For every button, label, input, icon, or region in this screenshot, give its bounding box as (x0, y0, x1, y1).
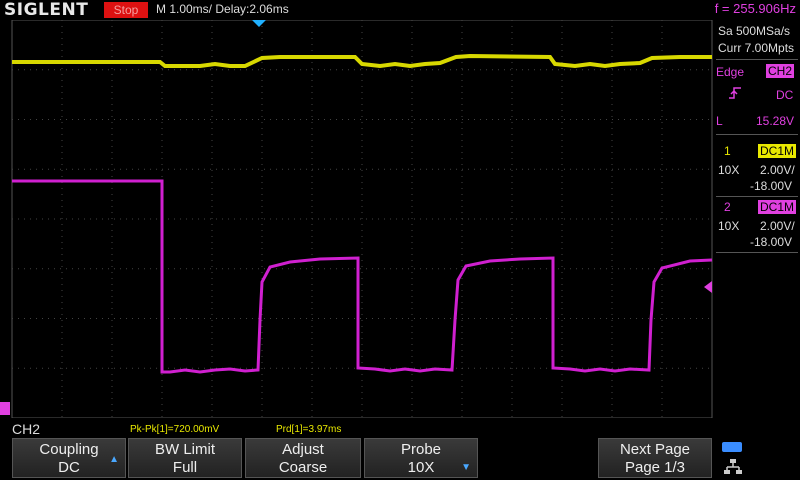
ch1-probe: 10X (718, 163, 740, 177)
ch2-offset: -18.00V (750, 235, 793, 249)
ch2-coupling-badge: DC1M (758, 200, 797, 214)
siglent-logo: SIGLENT (4, 0, 89, 20)
network-icon (724, 459, 742, 475)
trigger-type[interactable]: Edge (716, 65, 744, 79)
ch2-number[interactable]: 2 (724, 200, 731, 214)
divider (716, 252, 798, 253)
ch1-coupling: DC1M (758, 144, 797, 158)
ch1-coupling-badge: DC1M (758, 144, 797, 158)
softkey-probe[interactable]: Probe 10X ▼ (364, 438, 478, 478)
softkey-adjust[interactable]: Adjust Coarse (245, 438, 361, 478)
softkey-next-page[interactable]: Next Page Page 1/3 (598, 438, 712, 478)
trigger-position-marker (252, 20, 266, 27)
ch2-probe: 10X (718, 219, 740, 233)
softkey-title: Adjust (282, 441, 324, 458)
ch1-scale: 2.00V/ (760, 163, 795, 177)
divider (716, 59, 798, 60)
down-arrow-icon: ▼ (461, 462, 471, 473)
ch1-offset: -18.00V (750, 179, 793, 193)
up-arrow-icon: ▲ (109, 454, 119, 465)
trigger-source: CH2 (766, 64, 795, 78)
ch2-ground-marker (0, 402, 10, 415)
timebase-readout[interactable]: M 1.00ms/ Delay:2.06ms (156, 2, 289, 16)
softkey-title: Next Page (619, 441, 691, 458)
trigger-coupling: DC (776, 88, 794, 102)
active-channel-label: CH2 (12, 421, 41, 437)
softkey-bw-limit[interactable]: BW Limit Full (128, 438, 242, 478)
divider (716, 134, 798, 135)
softkey-value: Page 1/3 (624, 459, 686, 476)
memory-depth: Curr 7.00Mpts (718, 41, 795, 55)
trigger-level-value[interactable]: 15.28V (756, 114, 794, 128)
ch2-trace (12, 179, 713, 374)
info-panel: Sa 500MSa/s Curr 7.00Mpts Edge CH2 DC L … (714, 20, 800, 418)
run-stop-status[interactable]: Stop (104, 2, 148, 18)
measurement-pkpk: Pk-Pk[1]=720.00mV (130, 424, 220, 435)
measurement-period: Prd[1]=3.97ms (276, 424, 342, 435)
softkey-title: BW Limit (155, 441, 215, 458)
rising-edge-icon (728, 86, 742, 103)
ch2-scale: 2.00V/ (760, 219, 795, 233)
ch1-number[interactable]: 1 (724, 144, 731, 158)
softkey-coupling[interactable]: Coupling DC ▲ (12, 438, 126, 478)
graticule-grid (12, 20, 712, 418)
ch2-coupling: DC1M (758, 200, 797, 214)
sample-rate: Sa 500MSa/s (718, 24, 791, 38)
usb-icon (722, 442, 742, 452)
softkey-title: Probe (400, 441, 442, 458)
frequency-readout: f = 255.906Hz (714, 1, 796, 16)
ch1-trace (12, 53, 712, 69)
trigger-level-marker (704, 281, 712, 293)
softkey-value: Full (172, 459, 198, 476)
softkey-value: Coarse (278, 459, 328, 476)
waveform-display[interactable] (0, 20, 714, 418)
divider (716, 196, 798, 197)
trigger-source-badge[interactable]: CH2 (766, 64, 795, 78)
trigger-level-label: L (716, 114, 723, 128)
